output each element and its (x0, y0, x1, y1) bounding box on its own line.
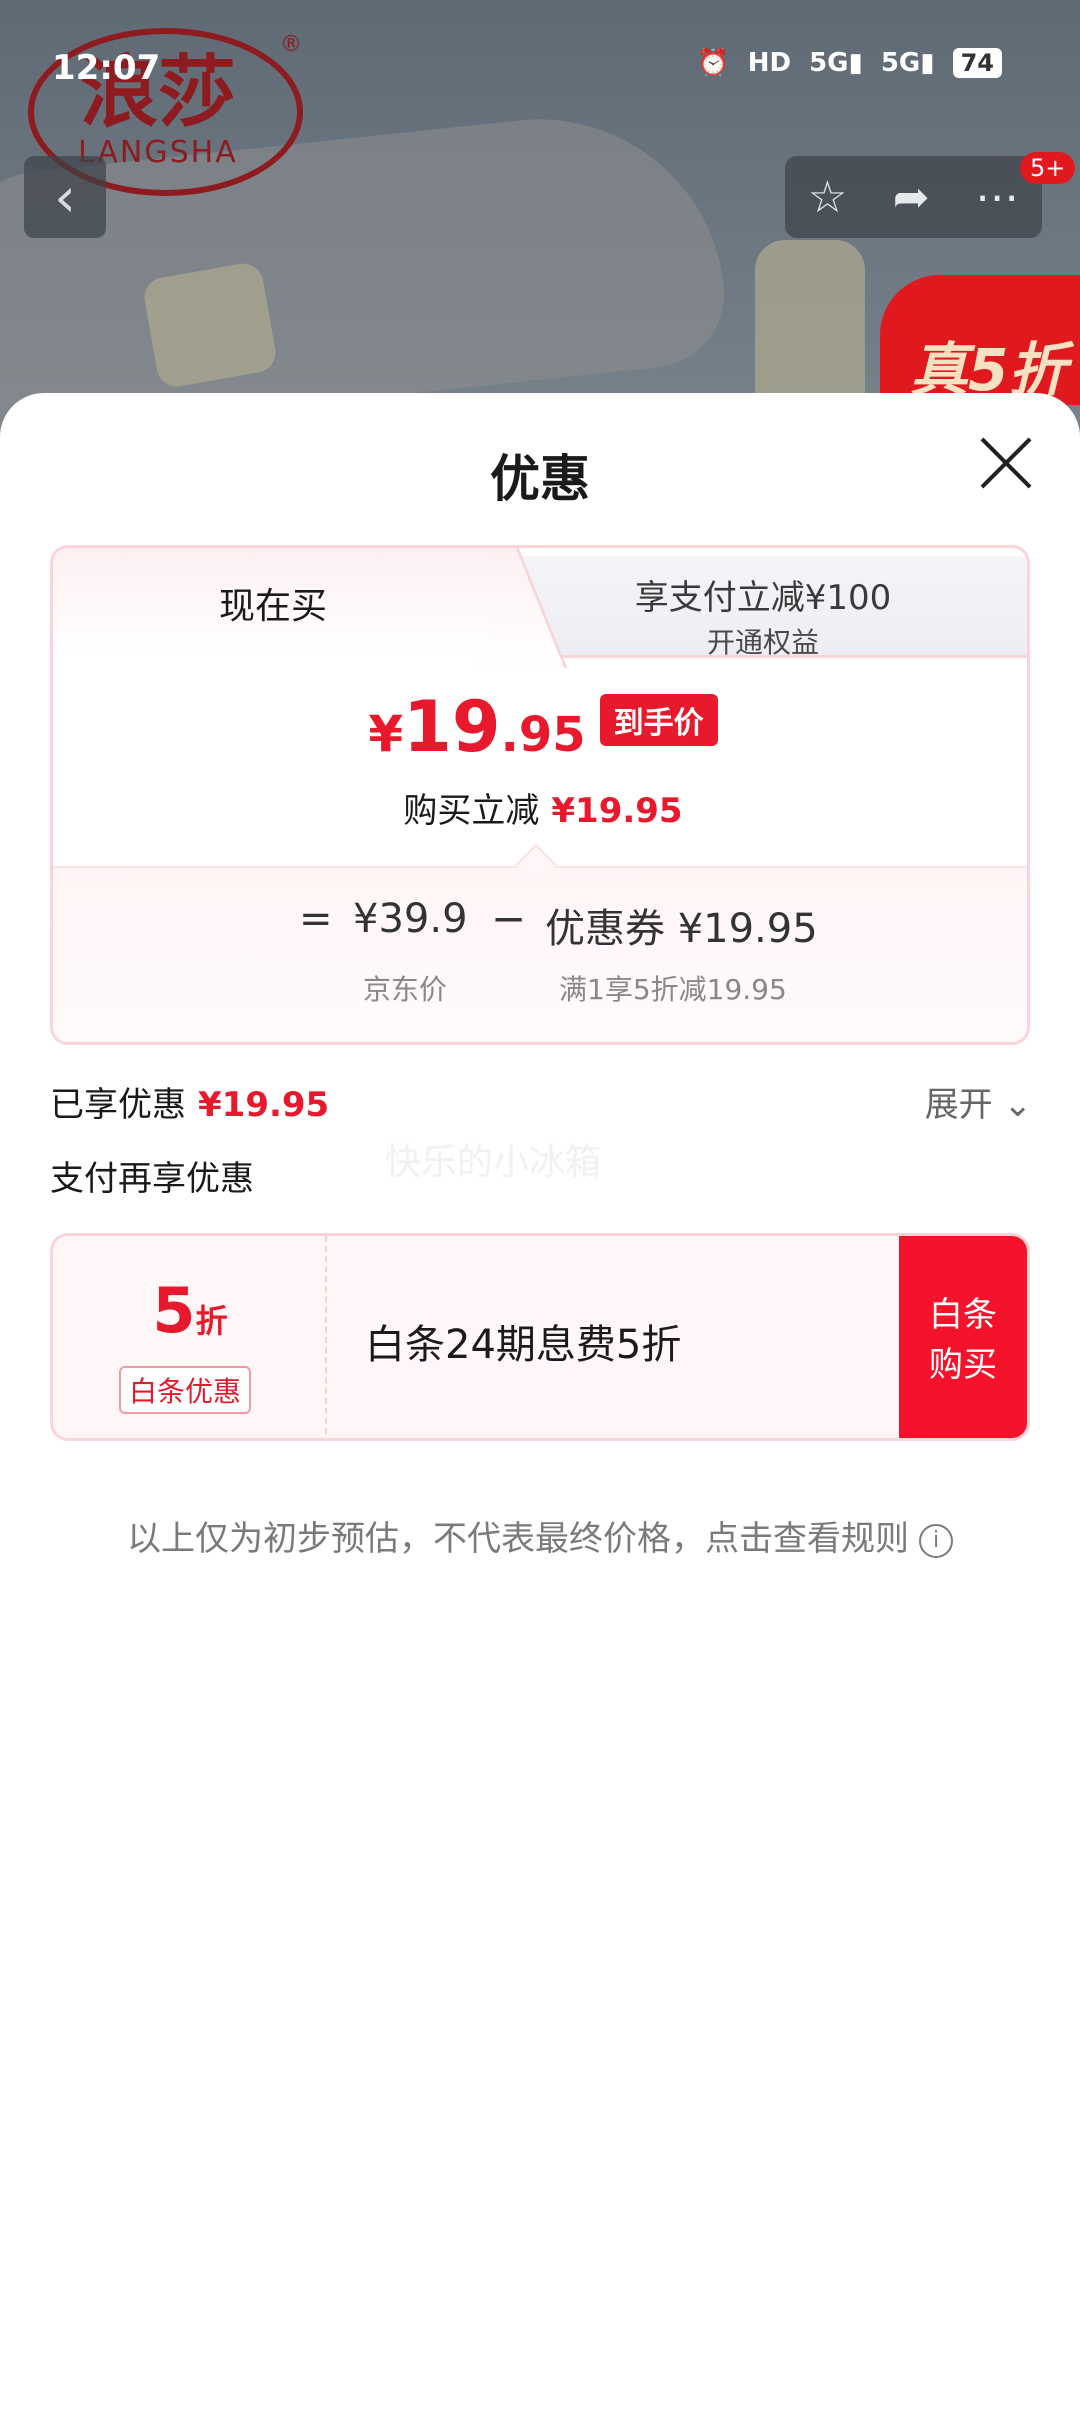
status-icons: ⏰ HD 5G▮ 5G▮ 74 (697, 48, 1002, 78)
chevron-left-icon: ‹ (54, 165, 76, 229)
offer-discount: 5折 (152, 1274, 228, 1347)
rules-note[interactable]: 以上仅为初步预估，不代表最终价格，点击查看规则 i (0, 1511, 1080, 1560)
share-icon[interactable]: ➦ (893, 172, 930, 223)
alarm-icon: ⏰ (697, 48, 730, 78)
final-price-value: ¥19.95 (368, 686, 586, 768)
back-button[interactable]: ‹ (24, 156, 106, 238)
tab-pay-subtitle: 开通权益 (706, 626, 819, 659)
battery-icon: 74 (952, 48, 1002, 78)
price-calculation: = ¥39.9 − 优惠券 ¥19.95 京东价 满1享5折减19.95 (53, 866, 1027, 1042)
hd-icon: HD (747, 48, 792, 78)
baitiao-buy-button[interactable]: 白条购买 (899, 1236, 1027, 1438)
baitiao-offer-card: 5折 白条优惠 白条24期息费5折 白条购买 (50, 1233, 1030, 1441)
chevron-down-icon: ⌄ (1003, 1085, 1033, 1125)
original-price: ¥39.9 (353, 896, 468, 942)
signal-icon-1: 5G▮ (809, 48, 863, 78)
close-icon[interactable] (976, 433, 1036, 493)
expand-button[interactable]: 展开 ⌄ (925, 1077, 1032, 1126)
equals-sign: = (299, 896, 333, 942)
price-card: 享支付立减¥100 开通权益 现在买 ¥19.95 到手价 购买立减 ¥19.95… (50, 545, 1030, 1045)
original-price-label: 京东价 (363, 973, 448, 1006)
sheet-title: 优惠 (490, 450, 590, 508)
final-price-tag: 到手价 (599, 694, 718, 746)
promo-tag: 真5折 (880, 275, 1080, 405)
instant-reduce-label: 购买立减 (403, 791, 540, 831)
status-bar: 12:07 ⏰ HD 5G▮ 5G▮ 74 (0, 48, 1080, 98)
enjoyed-label: 已享优惠 (50, 1085, 186, 1125)
pay-extra-title: 支付再享优惠 (50, 1159, 254, 1199)
tab-pay-discount[interactable]: 享支付立减¥100 开通权益 (493, 556, 1027, 659)
instant-reduce: 购买立减 ¥19.95 (53, 783, 1027, 832)
rules-note-text: 以上仅为初步预估，不代表最终价格，点击查看规则 (127, 1519, 909, 1559)
status-time: 12:07 (52, 48, 161, 88)
coupon-rule: 满1享5折减19.95 (559, 973, 787, 1006)
discount-sheet: 优惠 享支付立减¥100 开通权益 现在买 ¥19.95 到手价 购买立减 ¥19… (0, 393, 1080, 2412)
offer-description: 白条24期息费5折 (365, 1322, 682, 1368)
enjoyed-value: ¥19.95 (198, 1085, 330, 1125)
nav-actions: ☆ ➦ ⋯ (785, 156, 1042, 238)
watermark: 快乐的小冰箱 (385, 1142, 602, 1183)
offer-badge: 白条优惠 (119, 1366, 252, 1414)
instant-reduce-value: ¥19.95 (551, 791, 683, 831)
enjoyed-discount: 已享优惠 ¥19.95 (50, 1077, 329, 1126)
tab-buy-now[interactable]: 现在买 (53, 548, 493, 658)
more-icon[interactable]: ⋯ (975, 172, 1019, 223)
message-badge: 5+ (1020, 152, 1076, 184)
tab-pay-title: 享支付立减¥100 (634, 578, 892, 618)
signal-icon-2: 5G▮ (880, 48, 935, 78)
final-price: ¥19.95 到手价 (53, 686, 1027, 768)
offer-discount-area: 5折 白条优惠 (53, 1236, 327, 1438)
minus-sign: − (491, 894, 527, 943)
product-band (141, 260, 279, 390)
coupon-amount: 优惠券 ¥19.95 (545, 906, 818, 952)
info-icon[interactable]: i (919, 1523, 953, 1558)
favorite-star-icon[interactable]: ☆ (808, 172, 847, 223)
